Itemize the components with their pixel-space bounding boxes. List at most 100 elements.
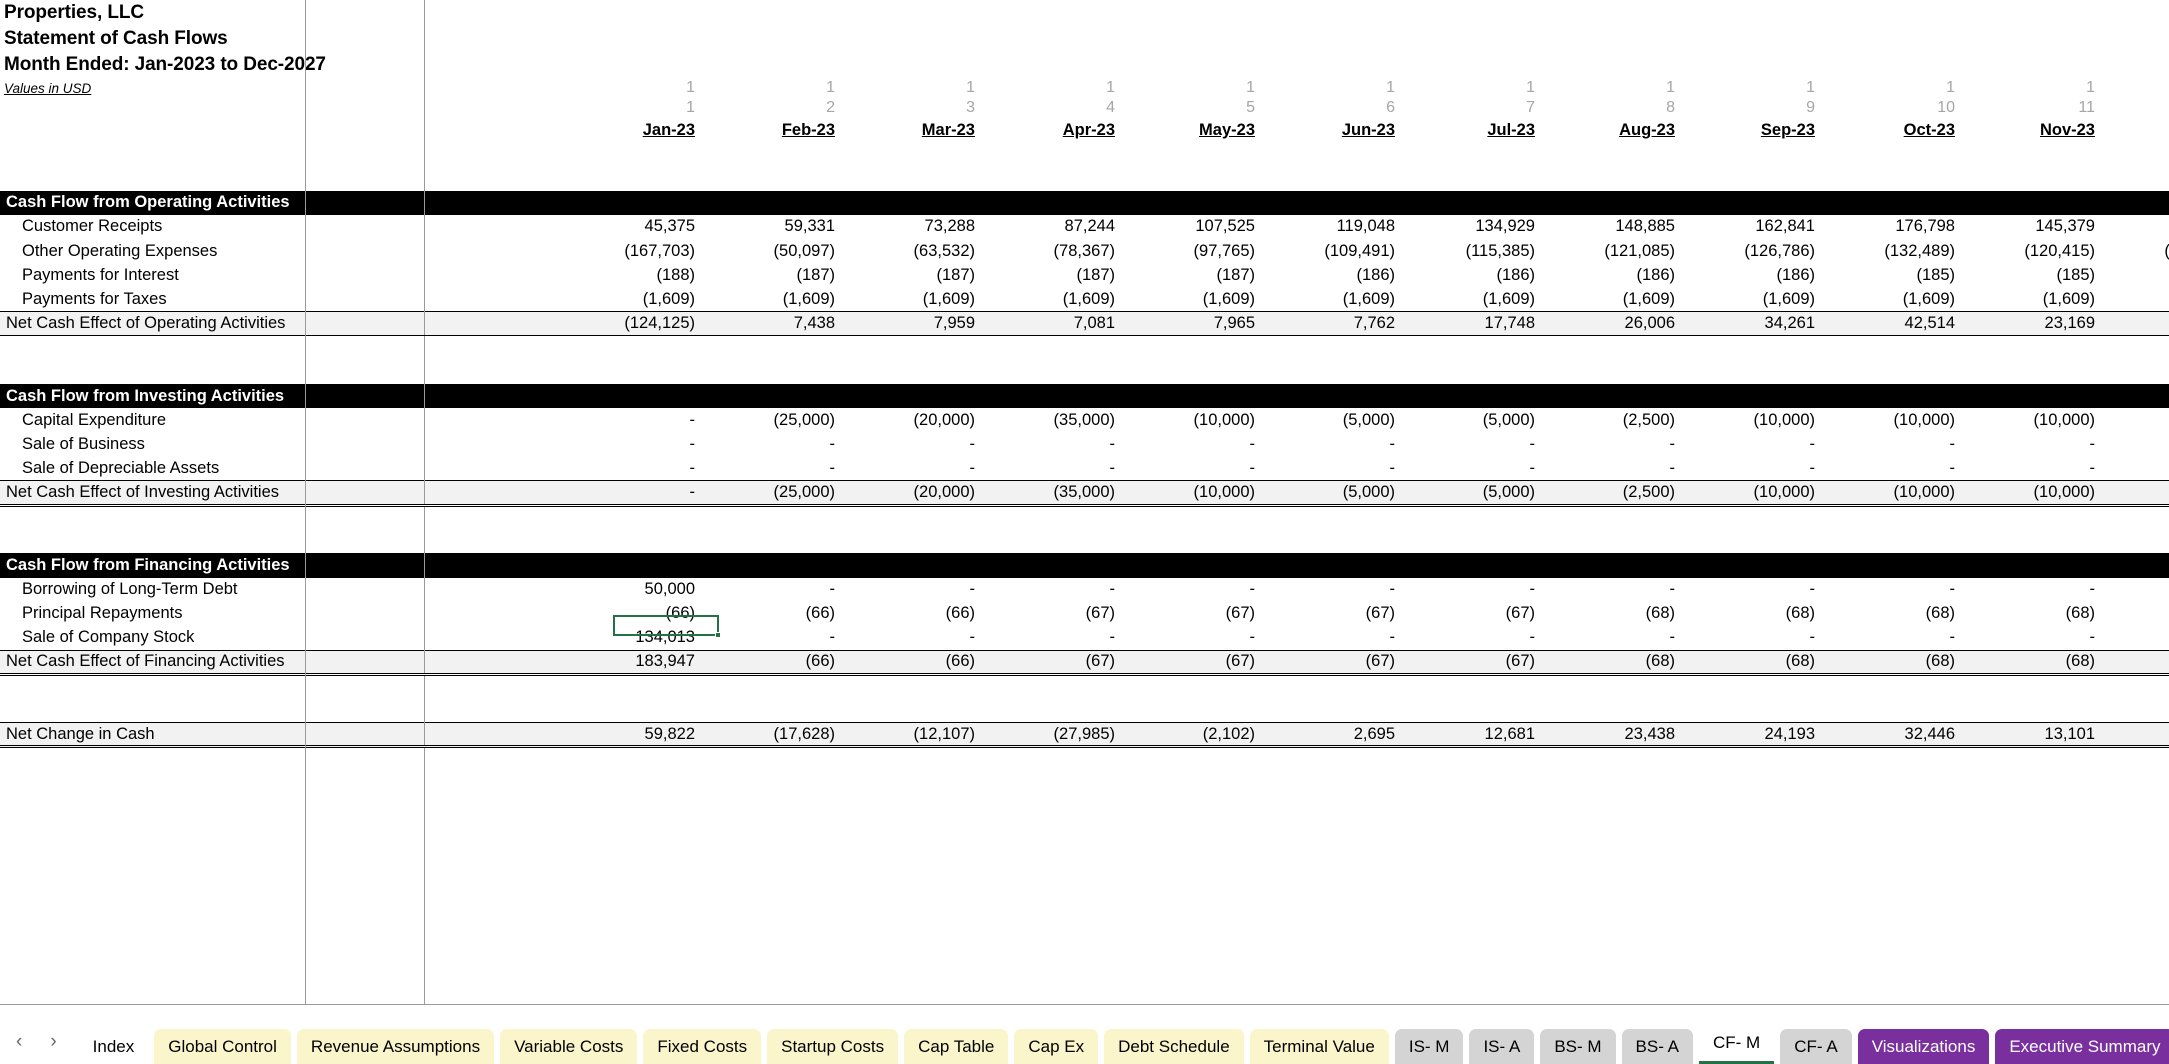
section-total-value[interactable]: - xyxy=(569,480,709,507)
line-item-value[interactable]: (120,439) xyxy=(2109,239,2169,263)
line-item-value[interactable]: (1,609) xyxy=(849,287,989,311)
year-index-11[interactable]: 1 xyxy=(1969,78,2109,98)
section-total-value[interactable]: (68) xyxy=(1689,649,1829,676)
section-band-fill[interactable] xyxy=(1689,553,1829,578)
cell[interactable] xyxy=(849,965,989,989)
spacer-cell[interactable] xyxy=(424,142,569,166)
section-band-fill[interactable] xyxy=(569,384,709,409)
cell[interactable] xyxy=(569,844,709,868)
statement-title[interactable]: Statement of Cash Flows xyxy=(0,26,425,52)
cell[interactable] xyxy=(1409,52,1549,78)
cell[interactable] xyxy=(1269,26,1409,52)
cell[interactable] xyxy=(1409,965,1549,989)
cell[interactable] xyxy=(989,505,1129,529)
section-band-fill[interactable] xyxy=(989,384,1129,409)
cell[interactable] xyxy=(709,674,849,698)
section-band-fill[interactable] xyxy=(1409,190,1549,215)
cell[interactable] xyxy=(1129,868,1269,892)
next-sheet-icon[interactable]: › xyxy=(44,1032,62,1051)
cell[interactable] xyxy=(1129,795,1269,819)
cell[interactable] xyxy=(1689,505,1829,529)
line-item-value[interactable]: - xyxy=(1689,626,1829,650)
cell[interactable] xyxy=(1409,795,1549,819)
cell[interactable] xyxy=(709,166,849,190)
section-total-value[interactable]: 7,959 xyxy=(849,310,989,337)
spacer-cell[interactable] xyxy=(424,529,569,553)
cell[interactable] xyxy=(1129,360,1269,384)
spacer-cell[interactable] xyxy=(424,722,569,749)
section-total-value[interactable]: 7,081 xyxy=(989,310,1129,337)
sheet-tab-variable-costs[interactable]: Variable Costs xyxy=(500,1029,638,1064)
section-total-value[interactable]: 7,965 xyxy=(1129,310,1269,337)
line-item-value[interactable]: (1,609) xyxy=(569,287,709,311)
line-item-value[interactable]: (10,000) xyxy=(1689,408,1829,432)
line-item-value[interactable]: - xyxy=(1969,432,2109,456)
section-band-fill[interactable] xyxy=(1269,553,1409,578)
cell[interactable] xyxy=(2109,916,2169,940)
year-index-4[interactable]: 1 xyxy=(989,78,1129,98)
cell[interactable] xyxy=(1549,965,1689,989)
cell[interactable] xyxy=(569,166,709,190)
cell[interactable] xyxy=(989,892,1129,916)
spacer-cell[interactable] xyxy=(424,52,569,78)
line-item-value[interactable]: 59,331 xyxy=(709,215,849,239)
line-item-value[interactable]: (121,085) xyxy=(1549,239,1689,263)
cell[interactable] xyxy=(989,699,1129,723)
cell[interactable] xyxy=(2109,52,2169,78)
line-item-value[interactable]: - xyxy=(989,457,1129,481)
cell[interactable] xyxy=(1269,989,1409,1005)
spacer-cell[interactable] xyxy=(424,989,569,1005)
cell[interactable] xyxy=(709,965,849,989)
line-item-value[interactable]: - xyxy=(1549,626,1689,650)
cell[interactable] xyxy=(2109,0,2169,26)
cell[interactable] xyxy=(709,360,849,384)
line-item-value[interactable]: - xyxy=(709,432,849,456)
sheet-tab-is-m[interactable]: IS- M xyxy=(1394,1029,1464,1064)
cell[interactable] xyxy=(1129,747,1269,771)
month-index-12[interactable]: 12 xyxy=(2109,98,2169,118)
cell[interactable] xyxy=(1969,360,2109,384)
cell[interactable] xyxy=(1829,989,1969,1005)
line-item-value[interactable]: - xyxy=(1269,432,1409,456)
cell[interactable] xyxy=(1829,674,1969,698)
sheet-tab-global-control[interactable]: Global Control xyxy=(154,1029,291,1064)
line-item-value[interactable]: (1,609) xyxy=(1409,287,1549,311)
month-index-3[interactable]: 3 xyxy=(849,98,989,118)
section-total-value[interactable]: 7,762 xyxy=(1269,310,1409,337)
cell[interactable] xyxy=(569,674,709,698)
cell[interactable] xyxy=(849,52,989,78)
month-index-1[interactable]: 1 xyxy=(569,98,709,118)
cell[interactable] xyxy=(569,26,709,52)
section-total-value[interactable]: (20,000) xyxy=(849,480,989,507)
spacer-cell[interactable] xyxy=(424,480,569,507)
section-band-fill[interactable] xyxy=(1689,384,1829,409)
cell[interactable] xyxy=(1969,529,2109,553)
year-index-9[interactable]: 1 xyxy=(1689,78,1829,98)
cell[interactable] xyxy=(1829,892,1969,916)
cell[interactable] xyxy=(1829,819,1969,843)
fill-handle[interactable] xyxy=(715,632,721,638)
row-label[interactable] xyxy=(0,698,425,723)
line-item-value[interactable]: (132,489) xyxy=(1829,239,1969,263)
line-item-value[interactable]: - xyxy=(1969,578,2109,602)
cell[interactable] xyxy=(2109,747,2169,771)
section-band-fill[interactable] xyxy=(709,553,849,578)
cell[interactable] xyxy=(1409,166,1549,190)
line-item-value[interactable]: - xyxy=(1549,432,1689,456)
line-item-value[interactable]: (187) xyxy=(989,263,1129,287)
sheet-tab-cap-ex[interactable]: Cap Ex xyxy=(1014,1029,1099,1064)
line-item-label[interactable]: Borrowing of Long-Term Debt xyxy=(0,577,425,602)
cell[interactable] xyxy=(1689,868,1829,892)
cell[interactable] xyxy=(1269,142,1409,166)
section-band-fill[interactable] xyxy=(1549,553,1689,578)
cell[interactable] xyxy=(1549,166,1689,190)
spacer-cell[interactable] xyxy=(424,795,569,819)
cell[interactable] xyxy=(1829,505,1969,529)
cell[interactable] xyxy=(1549,844,1689,868)
cell[interactable] xyxy=(1969,940,2109,964)
cell[interactable] xyxy=(1689,26,1829,52)
sheet-tab-terminal-value[interactable]: Terminal Value xyxy=(1249,1029,1389,1064)
cell[interactable] xyxy=(1829,52,1969,78)
cell[interactable] xyxy=(1969,747,2109,771)
cell[interactable] xyxy=(709,868,849,892)
